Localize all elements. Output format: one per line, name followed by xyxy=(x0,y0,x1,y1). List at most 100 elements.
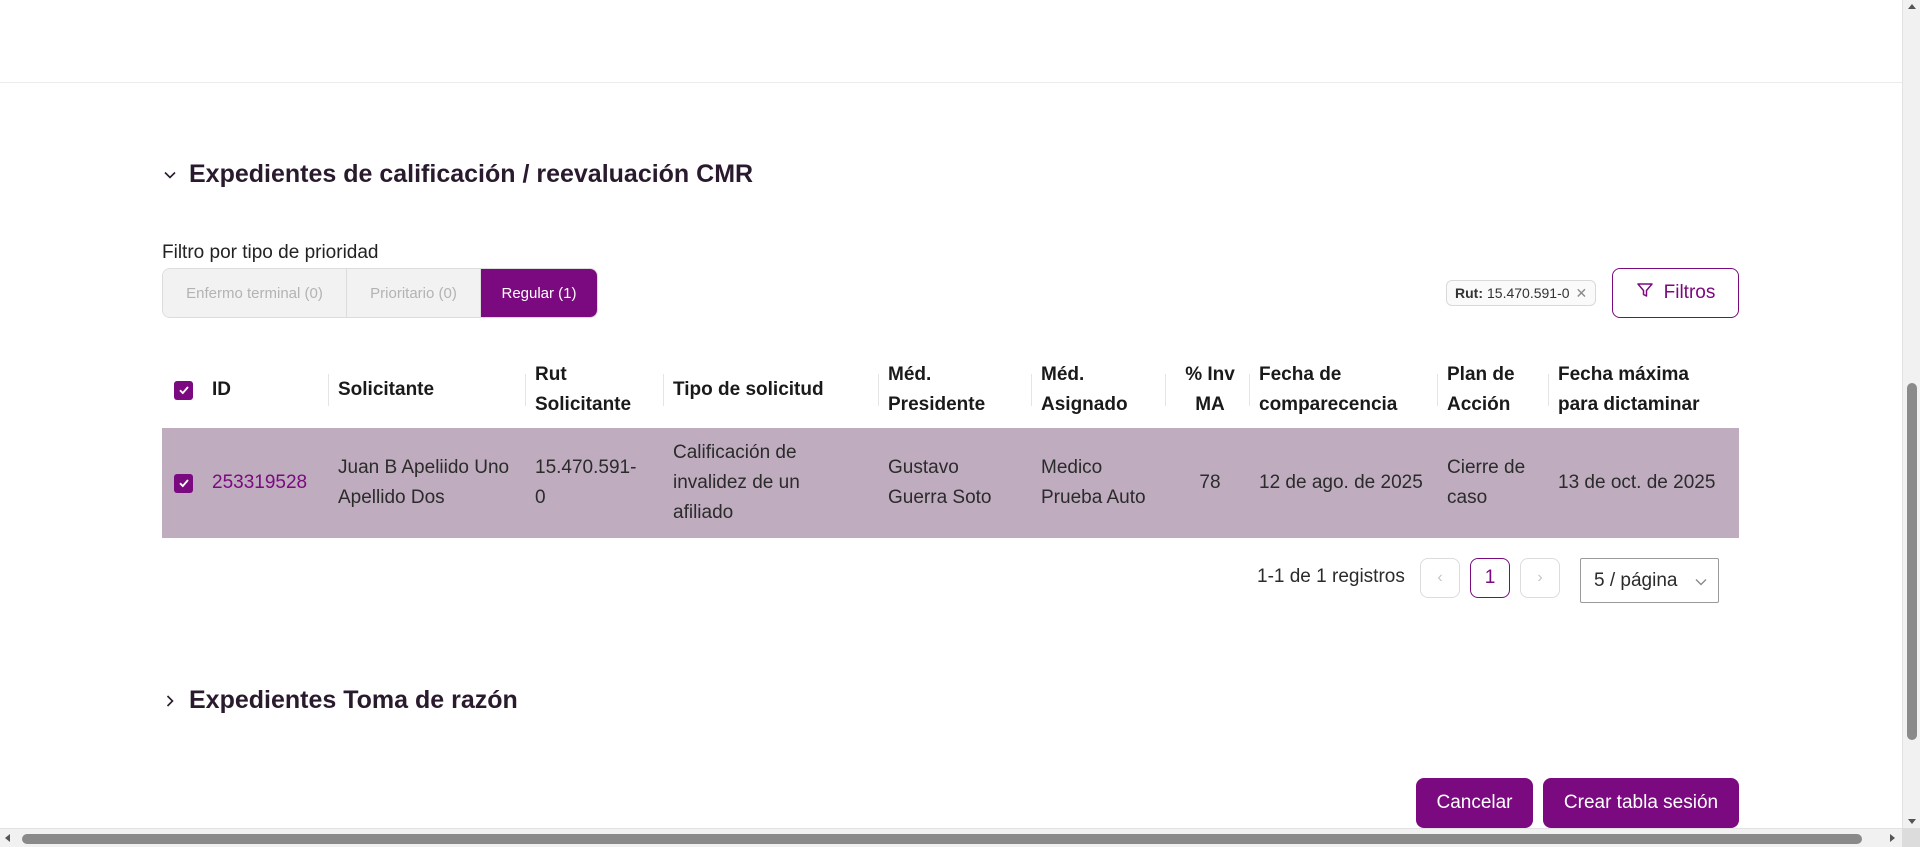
row-fecha-max-value: 13 de oct. de 2025 xyxy=(1558,472,1716,493)
chevron-left-icon: ‹ xyxy=(1437,569,1443,586)
chevron-down-icon xyxy=(161,166,179,184)
create-session-table-button[interactable]: Crear tabla sesión xyxy=(1543,778,1739,828)
row-solicitante-line2: Apellido Dos xyxy=(338,487,445,508)
priority-option-prioritario[interactable]: Prioritario (0) xyxy=(347,269,481,317)
row-med-pres-line2: Guerra Soto xyxy=(888,487,992,508)
row-med-asignado-cell: Medico Prueba Auto xyxy=(1031,428,1165,538)
filter-chip-value: 15.470.591-0 xyxy=(1487,285,1570,301)
row-rut-cell: 15.470.591- 0 xyxy=(525,428,663,538)
section-calificacion-header[interactable]: Expedientes de calificación / reevaluaci… xyxy=(161,160,753,189)
column-header-inv-ma: % Inv MA xyxy=(1165,352,1245,428)
row-fecha-comparecencia-cell: 12 de ago. de 2025 xyxy=(1249,428,1437,538)
row-med-asig-line2: Prueba Auto xyxy=(1041,487,1146,508)
column-header-plan-line2: Acción xyxy=(1447,394,1511,415)
page-size-value: 5 / página xyxy=(1594,569,1678,591)
column-header-inv-line1: % Inv xyxy=(1185,364,1235,385)
column-header-plan-accion: Plan de Acción xyxy=(1437,352,1548,428)
section-toma-razon-header[interactable]: Expedientes Toma de razón xyxy=(161,686,518,715)
chevron-right-icon xyxy=(161,692,179,710)
column-header-tipo-label: Tipo de solicitud xyxy=(673,379,824,400)
select-all-checkbox-cell xyxy=(174,352,202,428)
column-header-med-pres-line1: Méd. xyxy=(888,364,932,385)
row-tipo-line3: afiliado xyxy=(673,502,734,523)
column-header-med-asig-line1: Méd. xyxy=(1041,364,1085,385)
column-header-med-asignado: Méd. Asignado xyxy=(1031,352,1165,428)
row-fecha-comp-value: 12 de ago. de 2025 xyxy=(1259,472,1423,493)
pagination-info: 1-1 de 1 registros xyxy=(1257,566,1405,587)
column-header-med-presidente: Méd. Presidente xyxy=(878,352,1031,428)
horizontal-scrollbar[interactable] xyxy=(0,828,1920,847)
checkmark-icon xyxy=(178,386,189,395)
chevron-down-icon xyxy=(1694,573,1708,595)
row-solicitante-cell: Juan B Apeliido Uno Apellido Dos xyxy=(328,428,525,538)
column-header-solicitante-label: Solicitante xyxy=(338,379,435,400)
page-size-select[interactable]: 5 / página xyxy=(1580,558,1719,603)
column-header-inv-line2: MA xyxy=(1195,394,1225,415)
filter-funnel-icon xyxy=(1636,281,1654,305)
vertical-scroll-thumb[interactable] xyxy=(1907,383,1917,740)
filters-button-label: Filtros xyxy=(1663,282,1716,303)
column-header-fecha-maxima: Fecha máxima para dictaminar xyxy=(1548,352,1739,428)
row-id-cell: 253319528 xyxy=(202,428,328,538)
filter-chip-rut: Rut: 15.470.591-0 ✕ xyxy=(1446,280,1597,306)
column-header-fecha-max-line2: para dictaminar xyxy=(1558,394,1700,415)
column-header-rut: Rut Solicitante xyxy=(525,352,663,428)
close-icon[interactable]: ✕ xyxy=(1576,285,1588,302)
filter-chip-key: Rut: xyxy=(1455,285,1483,301)
row-solicitante-line1: Juan B Apeliido Uno xyxy=(338,457,510,478)
row-inv-cell: 78 xyxy=(1165,428,1245,538)
table-header: ID Solicitante Rut Solicitante Tipo de so… xyxy=(162,352,1739,428)
scrollbar-corner xyxy=(1902,828,1920,847)
priority-option-enfermo-terminal[interactable]: Enfermo terminal (0) xyxy=(163,269,347,317)
row-tipo-line1: Calificación de xyxy=(673,442,797,463)
vertical-scrollbar[interactable] xyxy=(1902,0,1920,828)
row-rut-line1: 15.470.591- xyxy=(535,457,637,478)
filters-button[interactable]: Filtros xyxy=(1612,268,1739,318)
column-header-fecha-comp-line1: Fecha de xyxy=(1259,364,1342,385)
column-header-fecha-comparecencia: Fecha de comparecencia xyxy=(1249,352,1437,428)
column-header-tipo: Tipo de solicitud xyxy=(663,352,878,428)
row-rut-line2: 0 xyxy=(535,487,546,508)
column-header-rut-line2: Solicitante xyxy=(535,394,632,415)
column-header-fecha-comp-line2: comparecencia xyxy=(1259,394,1398,415)
row-inv-value: 78 xyxy=(1199,472,1221,493)
column-header-solicitante: Solicitante xyxy=(328,352,522,428)
column-header-med-asig-line2: Asignado xyxy=(1041,394,1128,415)
cancel-button[interactable]: Cancelar xyxy=(1416,778,1533,828)
prev-page-button[interactable]: ‹ xyxy=(1420,558,1460,598)
column-header-fecha-max-line1: Fecha máxima xyxy=(1558,364,1689,385)
section-title: Expedientes Toma de razón xyxy=(189,686,518,714)
row-checkbox-cell xyxy=(174,428,202,538)
row-plan-line1: Cierre de xyxy=(1447,457,1526,478)
main-content: Expedientes de calificación / reevaluaci… xyxy=(0,0,1902,828)
row-fecha-maxima-cell: 13 de oct. de 2025 xyxy=(1548,428,1739,538)
row-id-link[interactable]: 253319528 xyxy=(202,468,307,498)
priority-option-regular[interactable]: Regular (1) xyxy=(481,269,597,317)
horizontal-scroll-thumb[interactable] xyxy=(22,834,1862,844)
column-header-id-label: ID xyxy=(212,379,231,400)
row-plan-cell: Cierre de caso xyxy=(1437,428,1548,538)
page-1-button[interactable]: 1 xyxy=(1470,558,1510,598)
select-all-checkbox[interactable] xyxy=(174,380,193,400)
table-row[interactable]: 253319528 Juan B Apeliido Uno Apellido Do… xyxy=(162,428,1739,538)
priority-segmented-control: Enfermo terminal (0) Prioritario (0) Reg… xyxy=(162,268,598,318)
next-page-button[interactable]: › xyxy=(1520,558,1560,598)
priority-filter-label: Filtro por tipo de prioridad xyxy=(162,242,379,263)
row-tipo-line2: invalidez de un xyxy=(673,472,800,493)
scroll-left-arrow-icon[interactable] xyxy=(5,834,10,842)
row-med-asig-line1: Medico xyxy=(1041,457,1103,478)
row-tipo-cell: Calificación de invalidez de un afiliado xyxy=(663,428,878,538)
scroll-right-arrow-icon[interactable] xyxy=(1890,834,1895,842)
column-header-rut-line1: Rut xyxy=(535,364,567,385)
scroll-down-arrow-icon[interactable] xyxy=(1908,819,1916,824)
section-title: Expedientes de calificación / reevaluaci… xyxy=(189,160,754,188)
row-med-pres-line1: Gustavo xyxy=(888,457,959,478)
column-header-med-pres-line2: Presidente xyxy=(888,394,986,415)
scroll-up-arrow-icon[interactable] xyxy=(1908,4,1916,9)
checkmark-icon xyxy=(178,479,189,488)
column-header-plan-line1: Plan de xyxy=(1447,364,1515,385)
chevron-right-icon: › xyxy=(1537,569,1543,586)
row-checkbox[interactable] xyxy=(174,473,193,493)
row-plan-line2: caso xyxy=(1447,487,1488,508)
row-med-presidente-cell: Gustavo Guerra Soto xyxy=(878,428,1031,538)
